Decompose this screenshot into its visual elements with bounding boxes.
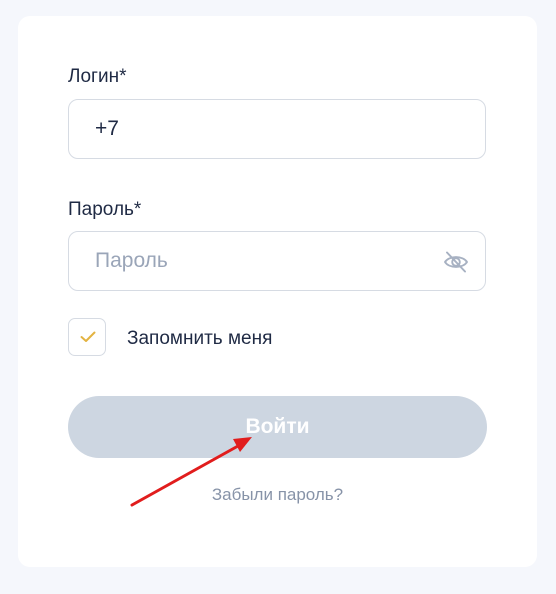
login-card: Логин* Пароль* Запомнить меня Войти Забы…: [18, 16, 537, 567]
eye-off-icon[interactable]: [443, 249, 469, 275]
login-input[interactable]: [69, 100, 485, 158]
login-field-wrapper: [68, 99, 486, 159]
login-label: Логин*: [68, 66, 127, 87]
remember-me-checkbox[interactable]: [68, 318, 106, 356]
login-button[interactable]: Войти: [68, 396, 487, 458]
remember-me-label[interactable]: Запомнить меня: [127, 328, 272, 350]
forgot-password-link[interactable]: Забыли пароль?: [18, 484, 537, 506]
check-icon: [80, 331, 96, 342]
password-field-wrapper: [68, 231, 486, 291]
password-label: Пароль*: [68, 199, 142, 220]
password-input[interactable]: [69, 232, 485, 290]
